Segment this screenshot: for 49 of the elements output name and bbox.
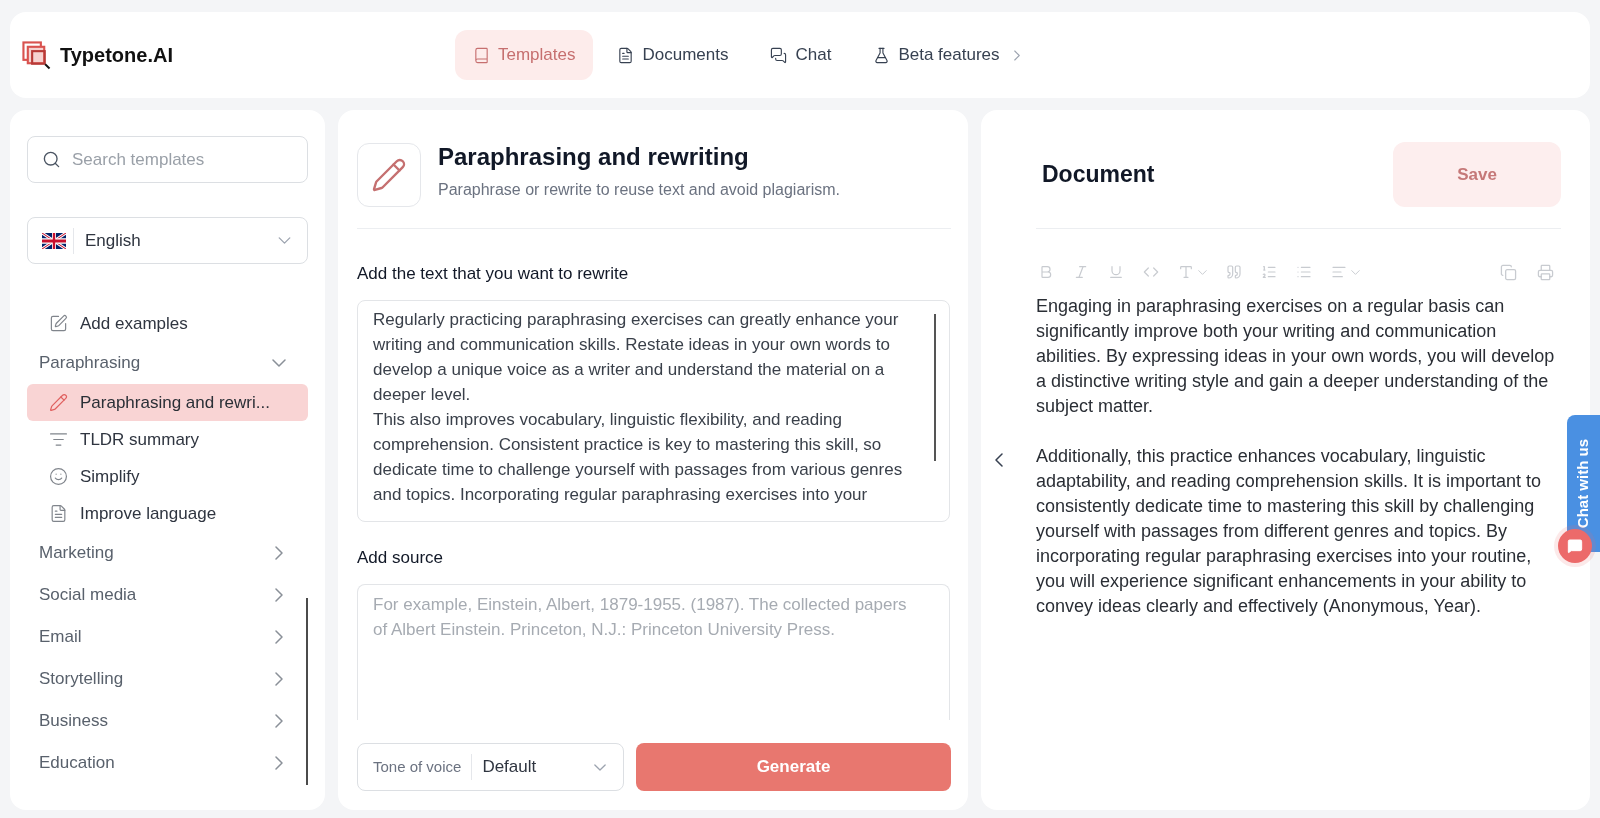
template-title: Paraphrasing and rewriting	[438, 143, 749, 171]
scrollbar-thumb[interactable]	[934, 314, 936, 461]
category-header[interactable]: Storytelling	[27, 658, 308, 700]
category-header[interactable]: Business	[27, 700, 308, 742]
sidebar-item[interactable]: Simplify	[27, 458, 308, 495]
category-header[interactable]: Email	[27, 616, 308, 658]
text-input-field[interactable]: Regularly practicing paraphrasing exercises can greatly enhance your writing and communication skills. Restate ideas in your own words to develop a unique voice as a writer and understand the material on a deeper level. This also improves vocabulary, linguistic flexibility, and reading comprehension. Consistent practice is key to mastering this skill, so dedicate time to challenge yourself with passages from various genres and topics. Incorporating regular paraphrasing exercises into your	[357, 300, 950, 522]
language-select[interactable]: English	[27, 217, 308, 264]
tone-label: Tone of voice	[373, 756, 462, 777]
book-icon	[473, 46, 490, 64]
category-header[interactable]: Education	[27, 742, 308, 784]
tone-select[interactable]: Tone of voice Default	[357, 743, 624, 791]
template-description: Paraphrase or rewrite to reuse text and avoid plagiarism.	[438, 180, 840, 200]
document-paragraph: Engaging in paraphrasing exercises on a regular basis can significantly improve both your writing and communication abilities. By expressing ideas in your own words, you will develop a distinctive writing style and gain a deeper understanding of the subject matter.	[1036, 295, 1556, 418]
lines-icon	[49, 430, 68, 449]
category-header[interactable]: Paraphrasing	[27, 342, 308, 384]
nav-tab[interactable]: Chat	[752, 30, 850, 80]
edit-icon	[49, 314, 68, 333]
chevron-down-icon	[594, 763, 606, 771]
category-header[interactable]: Social media	[27, 574, 308, 616]
document-title: Document	[1042, 160, 1155, 190]
sidebar-item[interactable]: Improve language	[27, 495, 308, 532]
tone-value: Default	[482, 756, 538, 779]
chevron-right-icon[interactable]	[1013, 49, 1020, 61]
scrollbar-thumb[interactable]	[306, 598, 308, 785]
source-input-field[interactable]: For example, Einstein, Albert, 1879-1955. (1987). The collected papers of Albert Einstein. Princeton, N.J.: Princeton University Press.	[357, 584, 950, 720]
flag-icon	[42, 232, 66, 249]
category-header[interactable]: Marketing	[27, 532, 308, 574]
pencil-icon	[357, 143, 421, 207]
document-icon	[49, 504, 68, 523]
field-label: Add source	[357, 547, 443, 569]
sidebar-item[interactable]: Add examples	[27, 305, 308, 342]
chevron-down-icon	[278, 237, 291, 244]
sidebar-item[interactable]: Paraphrasing and rewri...	[27, 384, 308, 421]
brand-name: Typetone.AI	[60, 43, 173, 68]
nav-tab[interactable]: Documents	[599, 30, 747, 80]
pencil-icon	[49, 393, 68, 412]
document-paragraph: Additionally, this practice enhances vocabulary, linguistic adaptability, and reading comprehension skills. It is important to consistently dedicate time to mastering this skill by challenging yourself with passages from different genres and topics. By incorporating regular paraphrasing exercises into your routine, you will experience significant enhancements in your ability to convey ideas clearly and effectively (Anonymous, Year).	[1036, 445, 1542, 618]
document-icon	[617, 46, 635, 64]
nav-tab[interactable]: Beta features	[855, 30, 1018, 80]
smiley-icon	[49, 467, 68, 486]
sidebar-item[interactable]: TLDR summary	[27, 421, 308, 458]
flask-icon	[873, 46, 891, 64]
chat-bubbles-icon	[770, 46, 788, 64]
field-label: Add the text that you want to rewrite	[357, 263, 629, 285]
chevron-left-icon[interactable]	[995, 453, 1003, 467]
logo-icon	[22, 40, 51, 70]
search-field[interactable]: Search templates	[27, 136, 308, 183]
search-icon	[42, 150, 61, 169]
